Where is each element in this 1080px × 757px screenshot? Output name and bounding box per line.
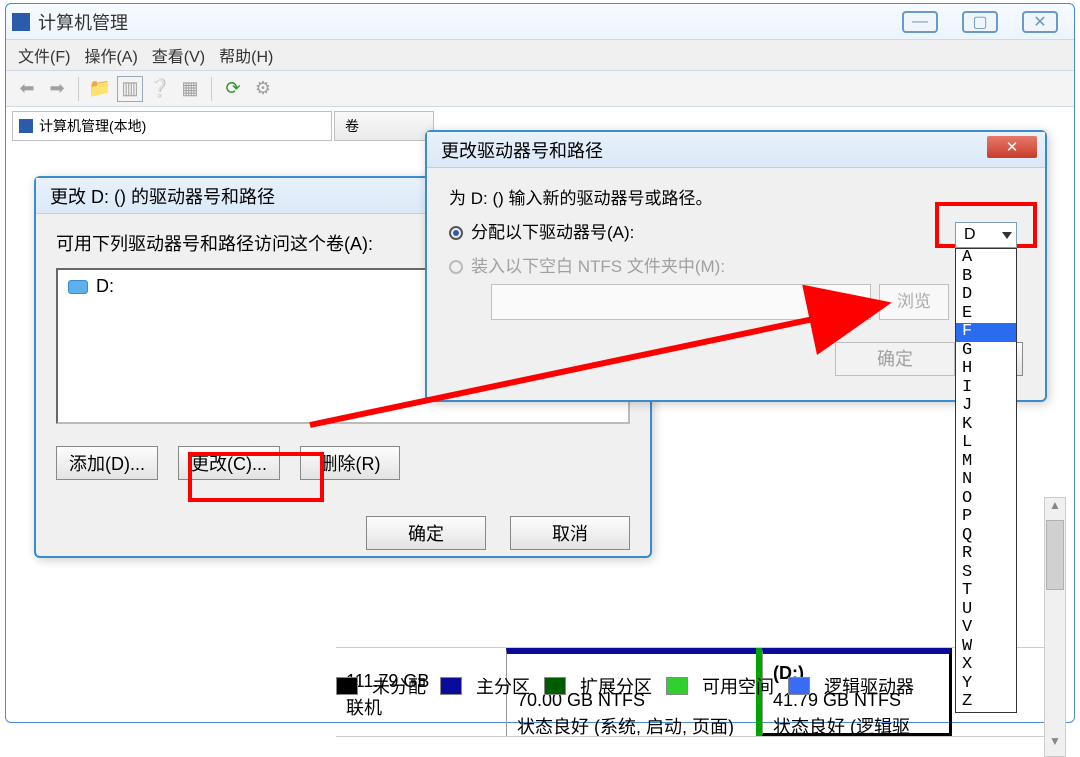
list-item-label: D: bbox=[96, 276, 114, 297]
option-mount-folder[interactable]: 装入以下空白 NTFS 文件夹中(M): bbox=[449, 250, 1023, 284]
dropdown-option[interactable]: J bbox=[956, 397, 1016, 416]
disk-legend: 未分配 主分区 扩展分区 可用空间 逻辑驱动器 bbox=[336, 672, 914, 700]
dropdown-option[interactable]: Q bbox=[956, 527, 1016, 546]
cancel-button[interactable]: 取消 bbox=[510, 516, 630, 550]
help-icon[interactable]: ❔ bbox=[147, 76, 173, 102]
column-header-volume[interactable]: 卷 bbox=[334, 111, 434, 141]
drive-letter-dropdown[interactable]: ABDEFGHIJKLMNOPQRSTUVWXYZ bbox=[955, 248, 1017, 713]
combo-value: D bbox=[964, 226, 976, 244]
dropdown-option[interactable]: A bbox=[956, 249, 1016, 268]
dropdown-option[interactable]: I bbox=[956, 379, 1016, 398]
dropdown-option[interactable]: Z bbox=[956, 693, 1016, 712]
scroll-thumb[interactable] bbox=[1046, 520, 1064, 590]
tree-root-item[interactable]: 计算机管理(本地) bbox=[12, 111, 332, 141]
legend-swatch-logical bbox=[788, 677, 810, 695]
scroll-down-icon[interactable]: ▼ bbox=[1045, 734, 1065, 756]
dropdown-option[interactable]: V bbox=[956, 619, 1016, 638]
change-button[interactable]: 更改(C)... bbox=[178, 446, 280, 480]
drive-letter-combobox[interactable]: D bbox=[955, 222, 1017, 248]
details-icon[interactable]: ▦ bbox=[177, 76, 203, 102]
tree-root-label: 计算机管理(本地) bbox=[39, 116, 146, 136]
vertical-scrollbar[interactable]: ▲ ▼ bbox=[1044, 497, 1066, 757]
browse-button: 浏览 bbox=[879, 284, 949, 320]
partition-status: 状态良好 (系统, 启动, 页面) bbox=[517, 714, 746, 736]
legend-swatch-extended bbox=[544, 677, 566, 695]
dialog-title: 更改驱动器号和路径 ✕ bbox=[427, 132, 1045, 168]
dropdown-option[interactable]: R bbox=[956, 545, 1016, 564]
drive-icon bbox=[68, 280, 88, 294]
minimize-button[interactable]: — bbox=[902, 11, 938, 33]
dropdown-option[interactable]: X bbox=[956, 656, 1016, 675]
option-assign-letter[interactable]: 分配以下驱动器号(A): bbox=[449, 216, 1023, 250]
chevron-down-icon bbox=[1002, 232, 1012, 239]
menu-help[interactable]: 帮助(H) bbox=[219, 43, 273, 67]
radio-unchecked-icon[interactable] bbox=[449, 260, 463, 274]
dropdown-option[interactable]: F bbox=[956, 323, 1016, 342]
dropdown-option[interactable]: T bbox=[956, 582, 1016, 601]
properties-icon[interactable]: ⚙ bbox=[250, 76, 276, 102]
radio-checked-icon[interactable] bbox=[449, 226, 463, 240]
dropdown-option[interactable]: G bbox=[956, 342, 1016, 361]
dropdown-option[interactable]: N bbox=[956, 471, 1016, 490]
ok-button[interactable]: 确定 bbox=[835, 342, 955, 376]
back-icon[interactable]: ⬅ bbox=[14, 76, 40, 102]
dropdown-option[interactable]: B bbox=[956, 268, 1016, 287]
assign-drive-letter-dialog: 更改驱动器号和路径 ✕ 为 D: () 输入新的驱动器号或路径。 分配以下驱动器… bbox=[425, 130, 1047, 402]
dropdown-option[interactable]: Y bbox=[956, 675, 1016, 694]
dropdown-option[interactable]: L bbox=[956, 434, 1016, 453]
app-icon bbox=[12, 13, 30, 31]
separator bbox=[78, 77, 79, 101]
add-button[interactable]: 添加(D)... bbox=[56, 446, 158, 480]
close-button[interactable]: ✕ bbox=[987, 136, 1037, 158]
legend-swatch-unallocated bbox=[336, 677, 358, 695]
dropdown-option[interactable]: H bbox=[956, 360, 1016, 379]
titlebar: 计算机管理 — ▢ ✕ bbox=[6, 4, 1074, 39]
menubar: 文件(F) 操作(A) 查看(V) 帮助(H) bbox=[6, 39, 1074, 71]
ok-button[interactable]: 确定 bbox=[366, 516, 486, 550]
dropdown-option[interactable]: U bbox=[956, 601, 1016, 620]
dropdown-option[interactable]: D bbox=[956, 286, 1016, 305]
pane-toggle-icon[interactable]: ▥ bbox=[117, 76, 143, 102]
dropdown-option[interactable]: S bbox=[956, 564, 1016, 583]
separator bbox=[211, 77, 212, 101]
computer-icon bbox=[19, 119, 33, 133]
close-button[interactable]: ✕ bbox=[1022, 11, 1058, 33]
partition-status: 状态良好 (逻辑驱 bbox=[773, 714, 939, 736]
window-controls: — ▢ ✕ bbox=[902, 11, 1068, 33]
maximize-button[interactable]: ▢ bbox=[962, 11, 998, 33]
dropdown-option[interactable]: O bbox=[956, 490, 1016, 509]
mount-path-input bbox=[491, 284, 871, 320]
up-folder-icon[interactable]: 📁 bbox=[87, 76, 113, 102]
dropdown-option[interactable]: K bbox=[956, 416, 1016, 435]
forward-icon[interactable]: ➡ bbox=[44, 76, 70, 102]
remove-button[interactable]: 删除(R) bbox=[300, 446, 400, 480]
dialog-instruction: 为 D: () 输入新的驱动器号或路径。 bbox=[449, 182, 1023, 216]
legend-swatch-free bbox=[666, 677, 688, 695]
legend-swatch-primary bbox=[440, 677, 462, 695]
dropdown-option[interactable]: M bbox=[956, 453, 1016, 472]
menu-view[interactable]: 查看(V) bbox=[152, 43, 205, 67]
dropdown-option[interactable]: P bbox=[956, 508, 1016, 527]
scroll-up-icon[interactable]: ▲ bbox=[1045, 498, 1065, 520]
window-title: 计算机管理 bbox=[38, 9, 128, 35]
refresh-icon[interactable]: ⟳ bbox=[220, 76, 246, 102]
dropdown-option[interactable]: E bbox=[956, 305, 1016, 324]
menu-action[interactable]: 操作(A) bbox=[84, 43, 137, 67]
dropdown-option[interactable]: W bbox=[956, 638, 1016, 657]
menu-file[interactable]: 文件(F) bbox=[18, 43, 70, 67]
toolbar: ⬅ ➡ 📁 ▥ ❔ ▦ ⟳ ⚙ bbox=[6, 71, 1074, 107]
